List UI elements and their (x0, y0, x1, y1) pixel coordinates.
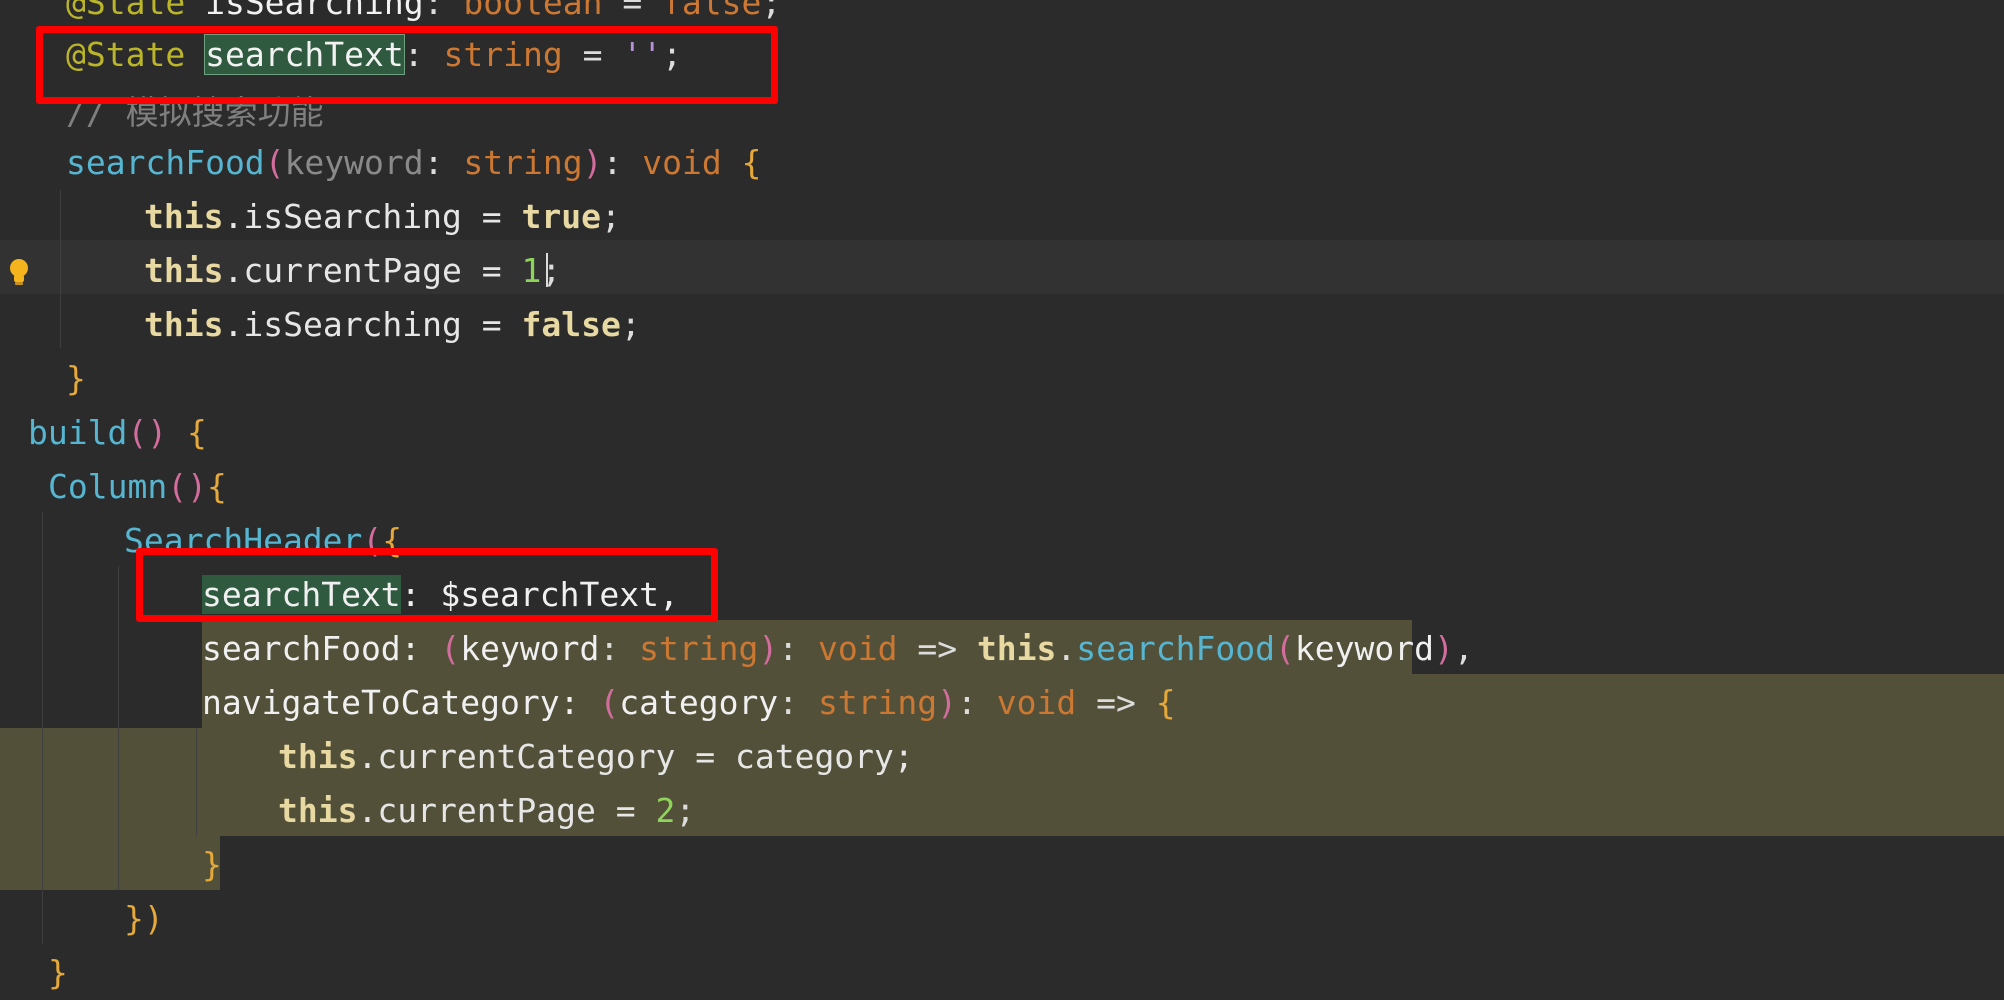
indent-guide (60, 190, 61, 348)
code-token: => (897, 629, 977, 668)
code-token: keyword (1294, 629, 1434, 668)
code-token: this (976, 629, 1057, 668)
code-token: ; (761, 0, 782, 22)
code-token: ) (582, 143, 603, 182)
code-token: this (278, 737, 358, 776)
code-editor[interactable]: @State isSearching: boolean = false; @St… (0, 0, 2004, 996)
code-token: } (66, 359, 86, 398)
code-token: false (521, 305, 621, 344)
code-token: ( (264, 143, 285, 182)
code-token: .isSearching = (223, 197, 522, 236)
code-token: ) (1433, 629, 1454, 668)
code-line: this.isSearching = true; (144, 190, 621, 244)
code-token: : (957, 683, 997, 722)
code-line: navigateToCategory: (category: string): … (202, 676, 1176, 730)
code-token: }) (124, 899, 164, 938)
annotation-box (36, 26, 778, 104)
code-token: .currentCategory = category; (357, 737, 914, 776)
code-token: = (602, 0, 663, 22)
code-token: } (202, 845, 222, 884)
code-token: 2 (655, 791, 676, 830)
code-line: this.currentPage = 1; (144, 244, 561, 298)
code-token: ( (599, 683, 620, 722)
code-token: keyword (460, 629, 600, 668)
code-token: isSearching (205, 0, 424, 22)
code-token: searchFood: (202, 629, 441, 668)
code-token: { (741, 143, 762, 182)
indent-guide (118, 566, 119, 890)
code-token: navigateToCategory: (202, 683, 600, 722)
code-token: .isSearching = (223, 305, 522, 344)
text-caret (546, 253, 548, 287)
code-token: string (463, 143, 583, 182)
code-token: => (1076, 683, 1156, 722)
code-token: : (778, 629, 818, 668)
code-token: : (602, 143, 643, 182)
code-token: : (423, 0, 464, 22)
code-line: searchFood(keyword: string): void { (66, 136, 761, 190)
code-token: Column (48, 467, 168, 506)
code-token: void (817, 629, 898, 668)
code-line: build() { (28, 406, 207, 460)
code-token: . (1056, 629, 1077, 668)
code-token: } (48, 953, 68, 992)
code-line: } (202, 838, 222, 892)
code-token: : (778, 683, 818, 722)
code-token: ) (937, 683, 958, 722)
code-token: searchFood (1076, 629, 1275, 668)
code-token: ; (675, 791, 696, 830)
code-token: void (642, 143, 722, 182)
lightbulb-icon[interactable] (8, 256, 30, 286)
code-token: string (817, 683, 938, 722)
code-token: category (619, 683, 779, 722)
annotation-box (136, 548, 718, 622)
code-token: , (1453, 629, 1474, 668)
code-line: } (48, 946, 68, 1000)
code-token: ( (440, 629, 461, 668)
code-token: this (144, 251, 224, 290)
code-token: this (144, 197, 224, 236)
code-line: this.currentPage = 2; (278, 784, 695, 838)
code-token: { (186, 413, 207, 452)
code-token: ( (1274, 629, 1295, 668)
code-line: this.isSearching = false; (144, 298, 641, 352)
code-token: { (1155, 683, 1176, 722)
code-token: { (206, 467, 227, 506)
code-token: true (521, 197, 601, 236)
code-token: 1 (521, 251, 542, 290)
code-token: keyword (284, 143, 424, 182)
code-token: ; (620, 305, 641, 344)
code-token: : (423, 143, 464, 182)
code-token: ) (758, 629, 779, 668)
code-token: this (144, 305, 224, 344)
code-line: } (66, 352, 86, 406)
code-token: () (127, 413, 168, 452)
indent-guide (196, 728, 197, 836)
code-token: ; (541, 251, 562, 290)
code-token: ; (600, 197, 621, 236)
code-token: false (662, 0, 762, 22)
code-line: Column(){ (48, 460, 227, 514)
code-token: () (167, 467, 207, 506)
code-token: void (996, 683, 1077, 722)
code-token: .currentPage = (357, 791, 656, 830)
code-line: searchFood: (keyword: string): void => t… (202, 622, 1474, 676)
code-line: this.currentCategory = category; (278, 730, 914, 784)
code-token: boolean (463, 0, 603, 22)
selection-block (0, 836, 220, 890)
code-token: .currentPage = (223, 251, 522, 290)
code-token: this (278, 791, 358, 830)
code-token: build (28, 413, 128, 452)
code-token: searchFood (66, 143, 265, 182)
code-token: string (639, 629, 759, 668)
code-token: : (599, 629, 640, 668)
code-line: }) (124, 892, 164, 946)
indent-guide (42, 512, 43, 944)
code-token: @State (66, 0, 206, 22)
